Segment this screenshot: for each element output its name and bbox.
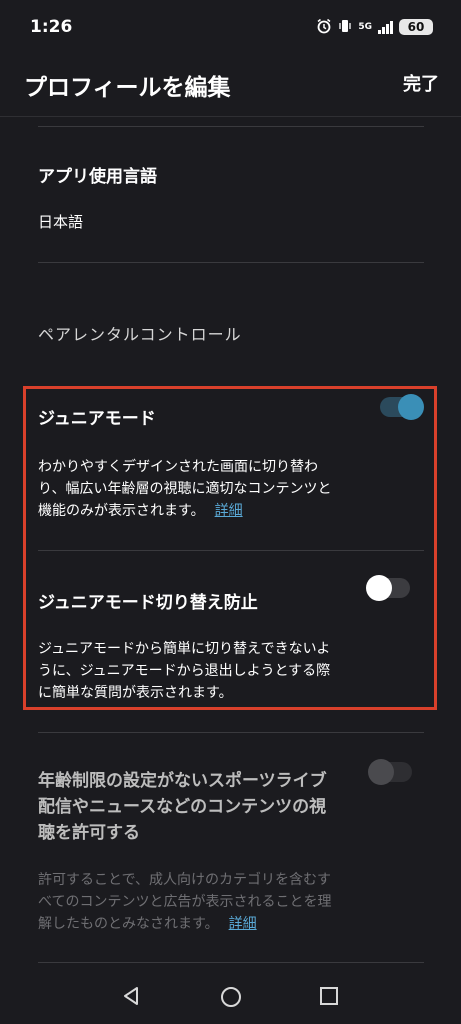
back-icon[interactable] bbox=[121, 986, 141, 1010]
title-line: 配信やニュースなどのコンテンツの視 bbox=[38, 797, 327, 817]
title-line: 年齢制限の設定がないスポーツライブ bbox=[38, 771, 327, 791]
alarm-icon bbox=[316, 18, 332, 36]
junior-mode-detail-link[interactable]: 詳細 bbox=[215, 503, 243, 519]
description-line: に簡単な質問が表示されます。 bbox=[38, 685, 233, 701]
status-bar: 1:26 5G 60 bbox=[0, 0, 461, 56]
status-icons: 5G 60 bbox=[316, 16, 433, 38]
navigation-bar bbox=[0, 968, 461, 1024]
signal-icon bbox=[378, 20, 393, 34]
description-line: 許可することで、成人向けのカテゴリを含むす bbox=[38, 872, 332, 888]
header: プロフィールを編集 完了 bbox=[0, 56, 461, 117]
sports-live-title: 年齢制限の設定がないスポーツライブ 配信やニュースなどのコンテンツの視 聴を許可… bbox=[38, 768, 368, 846]
divider bbox=[38, 962, 424, 963]
switch-lock-title: ジュニアモード切り替え防止 bbox=[38, 593, 258, 613]
home-icon[interactable] bbox=[220, 986, 242, 1012]
junior-mode-description: わかりやすくデザインされた画面に切り替わ り、幅広い年齢層の視聴に適切なコンテン… bbox=[38, 456, 368, 522]
sports-live-toggle[interactable] bbox=[368, 759, 412, 785]
junior-mode-toggle[interactable] bbox=[380, 394, 424, 420]
divider bbox=[38, 732, 424, 733]
recent-apps-icon[interactable] bbox=[319, 986, 339, 1010]
page-title: プロフィールを編集 bbox=[24, 75, 231, 101]
battery-icon: 60 bbox=[399, 19, 433, 35]
description-line: べてのコンテンツと広告が表示されることを理 bbox=[38, 894, 332, 910]
done-button[interactable]: 完了 bbox=[403, 70, 439, 96]
description-line: ジュニアモードから簡単に切り替えできないよ bbox=[38, 641, 331, 657]
divider bbox=[38, 126, 424, 127]
toggle-knob bbox=[366, 575, 392, 601]
sports-live-description: 許可することで、成人向けのカテゴリを含むす べてのコンテンツと広告が表示されるこ… bbox=[38, 869, 368, 935]
description-line: り、幅広い年齢層の視聴に適切なコンテンツと bbox=[38, 481, 332, 497]
title-line: 聴を許可する bbox=[38, 823, 140, 843]
vibrate-icon bbox=[338, 18, 352, 36]
description-line: 解したものとみなされます。 bbox=[38, 916, 219, 932]
language-value[interactable]: 日本語 bbox=[38, 211, 83, 232]
switch-lock-toggle[interactable] bbox=[366, 575, 410, 601]
parental-control-label: ペアレンタルコントロール bbox=[38, 325, 242, 344]
toggle-knob bbox=[368, 759, 394, 785]
status-time: 1:26 bbox=[30, 17, 73, 37]
divider bbox=[38, 262, 424, 263]
description-line: うに、ジュニアモードから退出しようとする際 bbox=[38, 663, 331, 679]
junior-mode-title: ジュニアモード bbox=[38, 409, 156, 429]
toggle-knob bbox=[398, 394, 424, 420]
description-line: 機能のみが表示されます。 bbox=[38, 503, 205, 519]
language-title: アプリ使用言語 bbox=[38, 167, 157, 187]
description-line: わかりやすくデザインされた画面に切り替わ bbox=[38, 459, 318, 475]
network-type: 5G bbox=[358, 21, 372, 32]
switch-lock-description: ジュニアモードから簡単に切り替えできないよ うに、ジュニアモードから退出しようと… bbox=[38, 638, 368, 704]
sports-live-detail-link[interactable]: 詳細 bbox=[229, 916, 257, 932]
divider bbox=[38, 550, 424, 551]
